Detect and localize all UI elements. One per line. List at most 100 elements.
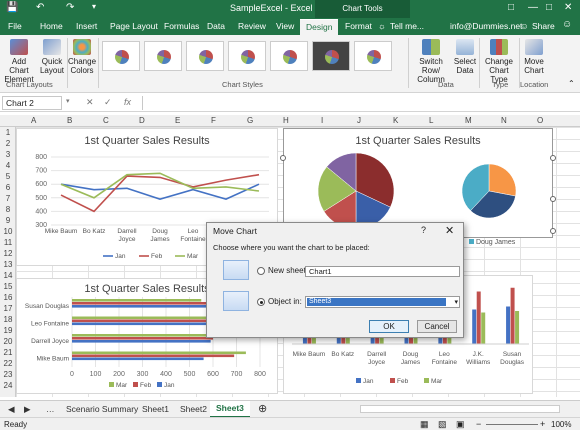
page-layout-view-icon[interactable]: ▧ (438, 419, 447, 430)
customize-icon[interactable]: ▾ (92, 2, 96, 11)
row-header[interactable]: 2 (0, 139, 16, 148)
row-header[interactable]: 15 (0, 282, 16, 291)
row-header[interactable]: 20 (0, 337, 16, 346)
tab-file[interactable]: File (8, 21, 22, 31)
save-icon[interactable]: 💾 (6, 2, 18, 13)
column-header[interactable]: D (139, 116, 145, 125)
row-header[interactable]: 11 (0, 238, 16, 247)
row-header[interactable]: 21 (0, 348, 16, 357)
quick-layout-button[interactable]: Quick Layout (38, 39, 66, 75)
sheet-tab-sheet3[interactable]: Sheet3 (210, 401, 250, 418)
name-box[interactable]: Chart 2 (2, 96, 62, 110)
ribbon-display-icon[interactable]: □ (508, 2, 514, 13)
column-header[interactable]: B (67, 116, 72, 125)
chevron-down-icon[interactable]: ▾ (454, 298, 458, 306)
horizontal-scrollbar[interactable] (360, 405, 560, 413)
object-in-select[interactable]: Sheet3 ▾ (305, 296, 460, 308)
column-header[interactable]: L (429, 116, 433, 125)
tab-review[interactable]: Review (238, 21, 266, 31)
add-chart-element-button[interactable]: Add Chart Element (2, 39, 36, 84)
insert-function-icon[interactable]: fx (124, 97, 131, 107)
redo-icon[interactable]: ↷ (66, 2, 74, 13)
enter-icon[interactable]: ✓ (104, 97, 112, 108)
tab-formulas[interactable]: Formulas (164, 21, 199, 31)
row-header[interactable]: 24 (0, 381, 16, 390)
help-button[interactable]: ? (421, 225, 426, 235)
row-header[interactable]: 13 (0, 260, 16, 269)
chart-style-7[interactable] (354, 41, 392, 71)
column-header[interactable]: E (175, 116, 180, 125)
tab-format[interactable]: Format (345, 21, 372, 31)
dialog-close-button[interactable]: ✕ (445, 224, 454, 237)
resize-handle[interactable] (550, 196, 556, 202)
chart-style-1[interactable] (102, 41, 140, 71)
cancel-icon[interactable]: ✕ (86, 97, 94, 108)
share-icon[interactable]: ☺ (520, 21, 529, 31)
chart-style-4[interactable] (228, 41, 266, 71)
normal-view-icon[interactable]: ▦ (420, 419, 429, 430)
new-sheet-radio[interactable] (257, 267, 265, 275)
row-header[interactable]: 8 (0, 205, 16, 214)
tab-data[interactable]: Data (207, 21, 225, 31)
tab-home[interactable]: Home (40, 21, 63, 31)
share-button[interactable]: Share (532, 21, 555, 31)
row-header[interactable]: 6 (0, 183, 16, 192)
smiley-feedback-icon[interactable]: ☺ (562, 19, 572, 30)
sheet-tab-scenario-summary[interactable]: Scenario Summary (66, 404, 138, 414)
row-header[interactable]: 3 (0, 150, 16, 159)
row-header[interactable]: 23 (0, 370, 16, 379)
new-sheet-input[interactable]: Chart1 (305, 266, 460, 277)
zoom-in-icon[interactable]: + (540, 419, 545, 429)
resize-handle[interactable] (550, 155, 556, 161)
collapse-ribbon-icon[interactable]: ⌃ (568, 79, 575, 88)
column-header[interactable]: I (321, 116, 323, 125)
row-header[interactable]: 22 (0, 359, 16, 368)
maximize-icon[interactable]: □ (546, 2, 552, 13)
cancel-button[interactable]: Cancel (417, 320, 457, 333)
row-header[interactable]: 9 (0, 216, 16, 225)
change-chart-type-button[interactable]: Change Chart Type (480, 39, 518, 84)
close-icon[interactable]: ✕ (564, 2, 572, 13)
select-data-button[interactable]: Select Data (452, 39, 478, 75)
row-header[interactable]: 12 (0, 249, 16, 258)
tab-insert[interactable]: Insert (76, 21, 97, 31)
chart-style-6[interactable] (312, 41, 350, 71)
tab-view[interactable]: View (276, 21, 294, 31)
row-header[interactable]: 5 (0, 172, 16, 181)
row-header[interactable]: 10 (0, 227, 16, 236)
row-header[interactable]: 17 (0, 304, 16, 313)
next-sheet-icon[interactable]: ▶ (24, 404, 31, 415)
zoom-out-icon[interactable]: − (476, 419, 481, 429)
row-header[interactable]: 14 (0, 271, 16, 280)
row-header[interactable]: 19 (0, 326, 16, 335)
undo-icon[interactable]: ↶ (36, 2, 44, 13)
zoom-slider[interactable] (486, 424, 538, 425)
minimize-icon[interactable]: — (528, 2, 538, 13)
tell-me-input[interactable]: Tell me... (390, 21, 424, 31)
column-header[interactable]: O (537, 116, 543, 125)
column-header[interactable]: K (393, 116, 398, 125)
page-break-view-icon[interactable]: ▣ (456, 419, 465, 430)
name-box-dropdown-icon[interactable]: ▾ (66, 97, 70, 105)
column-header[interactable]: M (465, 116, 472, 125)
more-sheets-icon[interactable]: … (46, 404, 55, 414)
chart-style-5[interactable] (270, 41, 308, 71)
chart-style-2[interactable] (144, 41, 182, 71)
chart-style-3[interactable] (186, 41, 224, 71)
prev-sheet-icon[interactable]: ◀ (8, 404, 15, 415)
column-header[interactable]: A (31, 116, 36, 125)
row-header[interactable]: 16 (0, 293, 16, 302)
account-label[interactable]: info@Dummies.net (450, 21, 522, 31)
sheet-tab-sheet1[interactable]: Sheet1 (142, 404, 169, 414)
object-in-radio[interactable] (257, 298, 265, 306)
row-header[interactable]: 4 (0, 161, 16, 170)
tab-page-layout[interactable]: Page Layout (110, 21, 158, 31)
zoom-level[interactable]: 100% (551, 420, 571, 429)
resize-handle[interactable] (550, 228, 556, 234)
column-header[interactable]: N (501, 116, 507, 125)
row-header[interactable]: 18 (0, 315, 16, 324)
resize-handle[interactable] (280, 155, 286, 161)
switch-row-column-button[interactable]: Switch Row/ Column (410, 39, 452, 84)
ok-button[interactable]: OK (369, 320, 409, 333)
column-header[interactable]: G (247, 116, 253, 125)
